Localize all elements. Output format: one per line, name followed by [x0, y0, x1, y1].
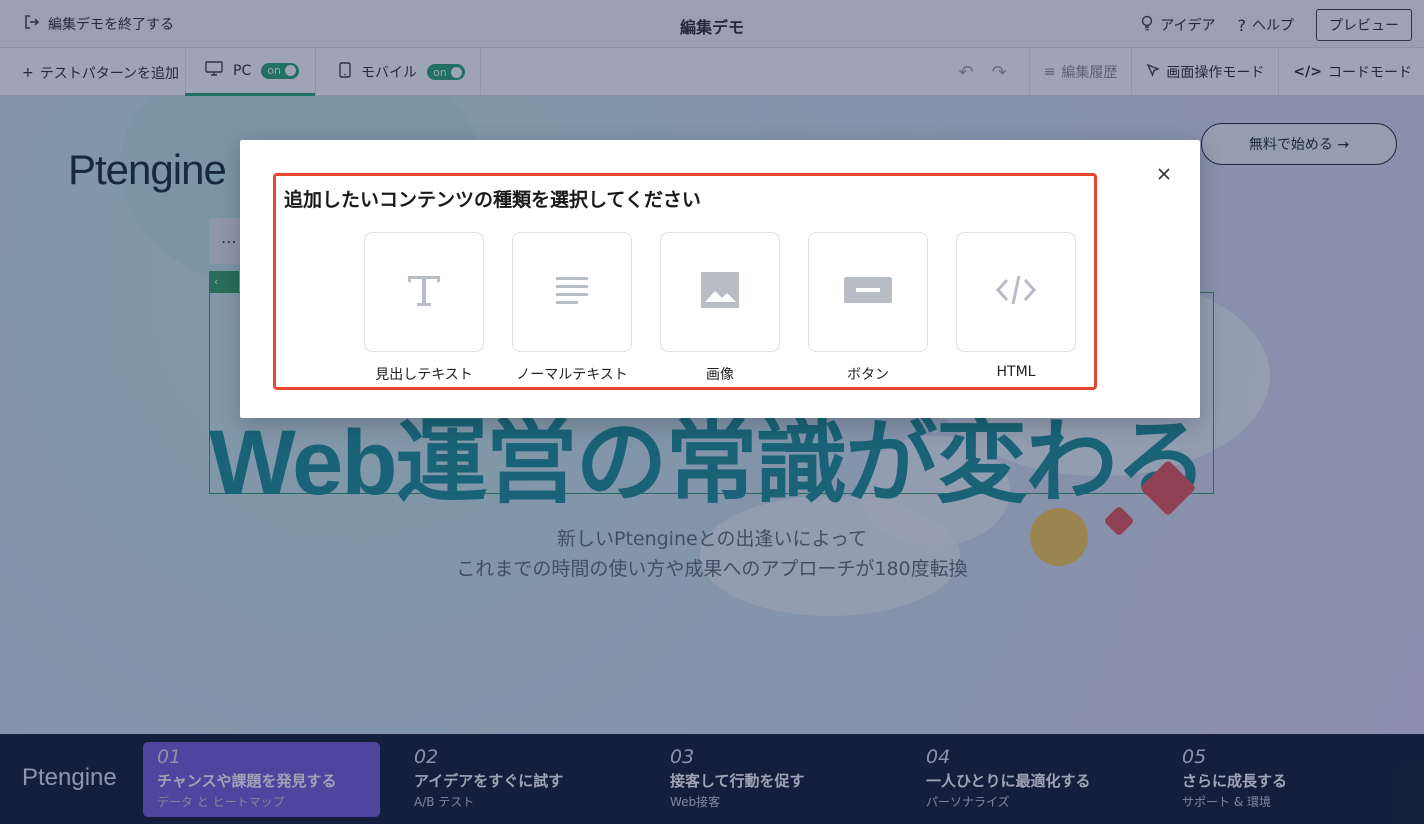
content-option-heading-text[interactable]: 見出しテキスト — [364, 232, 484, 384]
content-option-image[interactable]: 画像 — [660, 232, 780, 384]
option-label: ボタン — [847, 367, 889, 383]
content-option-normal-text[interactable]: ノーマルテキスト — [512, 232, 632, 384]
option-label: HTML — [996, 364, 1036, 380]
option-tile[interactable] — [808, 232, 928, 352]
option-label: 画像 — [706, 367, 734, 383]
close-icon[interactable] — [1154, 164, 1174, 184]
option-tile[interactable] — [512, 232, 632, 352]
option-tile[interactable] — [364, 232, 484, 352]
content-option-button[interactable]: ボタン — [808, 232, 928, 384]
option-label: 見出しテキスト — [375, 367, 473, 383]
option-tile[interactable] — [956, 232, 1076, 352]
content-option-html[interactable]: HTML — [956, 232, 1076, 384]
normal-text-icon — [555, 275, 589, 309]
option-tile[interactable] — [660, 232, 780, 352]
html-code-icon — [995, 273, 1037, 311]
modal-heading: 追加したいコンテンツの種類を選択してください — [284, 189, 701, 211]
add-content-modal: 追加したいコンテンツの種類を選択してください 見出しテキスト ノーマルテキスト — [240, 140, 1200, 418]
button-icon — [843, 276, 893, 308]
heading-text-icon — [404, 270, 444, 314]
content-type-options: 見出しテキスト ノーマルテキスト 画像 ボタン HTML — [364, 232, 1076, 384]
option-label: ノーマルテキスト — [516, 367, 628, 383]
image-icon — [700, 271, 740, 313]
